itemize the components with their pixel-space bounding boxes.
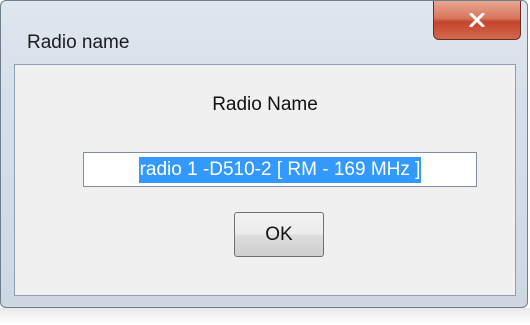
dialog-window: Radio name Radio Name radio 1 -D510-2 [ … [0, 0, 528, 308]
dialog-content: Radio Name radio 1 -D510-2 [ RM - 169 MH… [14, 64, 516, 296]
window-title: Radio name [27, 32, 130, 53]
window-shadow [0, 308, 530, 325]
close-icon [469, 13, 485, 27]
radio-name-input[interactable]: radio 1 -D510-2 [ RM - 169 MHz ] [83, 152, 477, 187]
ok-button[interactable]: OK [234, 212, 324, 257]
radio-name-label: Radio Name [212, 94, 318, 115]
radio-name-value[interactable]: radio 1 -D510-2 [ RM - 169 MHz ] [138, 156, 422, 183]
close-button[interactable] [433, 1, 521, 40]
